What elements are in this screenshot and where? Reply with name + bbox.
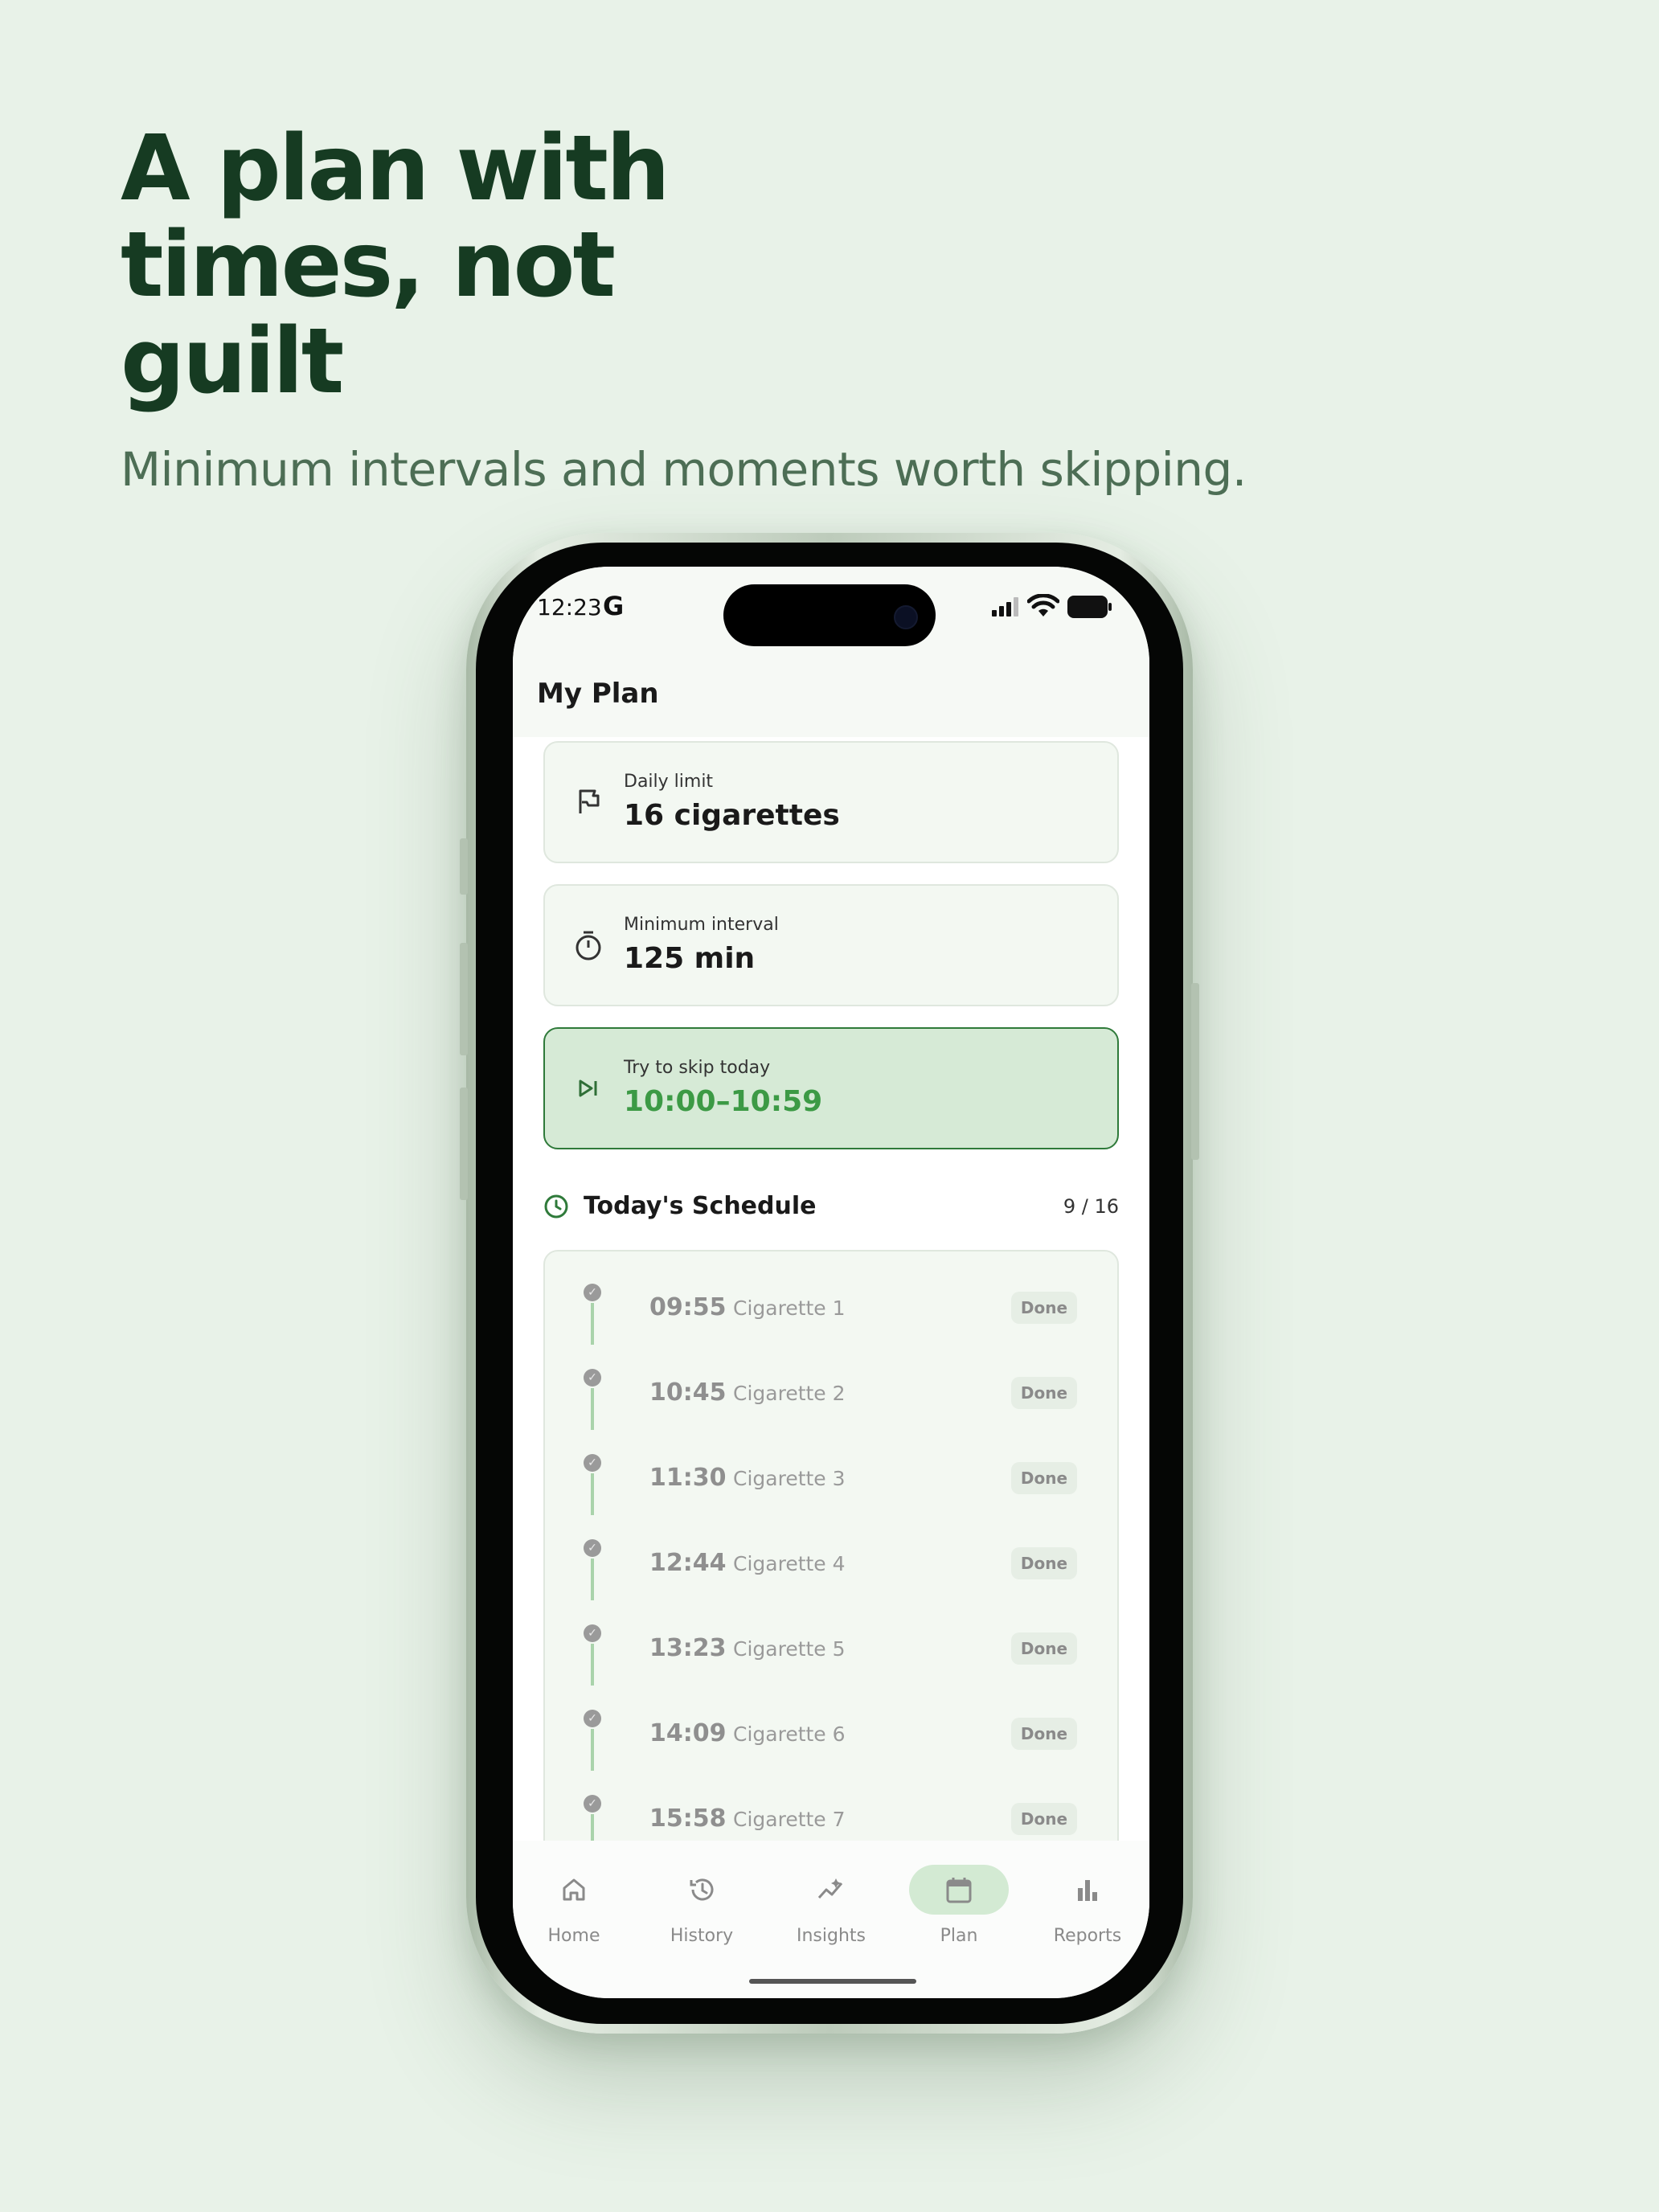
nav-item-insights[interactable]: Insights bbox=[775, 1865, 887, 1953]
nav-label-plan: Plan bbox=[940, 1926, 978, 1946]
volume-up-button bbox=[460, 943, 468, 1055]
bottom-nav: Home History Insights Plan Reports bbox=[513, 1841, 1149, 1998]
status-badge: Done bbox=[1011, 1292, 1077, 1324]
list-item[interactable]: ✓ 10:45 Cigarette 2 Done bbox=[545, 1337, 1120, 1430]
google-icon: G bbox=[603, 591, 625, 621]
check-icon: ✓ bbox=[584, 1624, 601, 1642]
check-icon: ✓ bbox=[584, 1454, 601, 1472]
minimum-interval-value: 125 min bbox=[624, 942, 756, 975]
status-badge: Done bbox=[1011, 1547, 1077, 1579]
item-label: Cigarette 1 bbox=[733, 1296, 846, 1320]
item-time: 14:09 bbox=[649, 1719, 727, 1747]
nav-item-plan[interactable]: Plan bbox=[903, 1865, 1015, 1953]
list-item[interactable]: ✓ 15:58 Cigarette 7 Done bbox=[545, 1763, 1120, 1856]
hero-subhead: Minimum intervals and moments worth skip… bbox=[121, 442, 1247, 497]
page-title: My Plan bbox=[537, 678, 659, 710]
wifi-icon bbox=[1027, 594, 1059, 616]
battery-icon bbox=[1067, 596, 1112, 618]
nav-label-reports: Reports bbox=[1053, 1926, 1122, 1946]
list-item[interactable]: ✓ 11:30 Cigarette 3 Done bbox=[545, 1422, 1120, 1515]
list-item[interactable]: ✓ 14:09 Cigarette 6 Done bbox=[545, 1677, 1120, 1771]
status-badge: Done bbox=[1011, 1462, 1077, 1494]
hero-headline: A plan with times, not guilt bbox=[121, 117, 670, 414]
check-icon: ✓ bbox=[584, 1284, 601, 1301]
nav-label-insights: Insights bbox=[796, 1926, 866, 1946]
volume-down-button bbox=[460, 1088, 468, 1200]
home-icon bbox=[563, 1878, 585, 1901]
nav-label-history: History bbox=[670, 1926, 734, 1946]
insights-icon bbox=[817, 1878, 843, 1899]
item-label: Cigarette 7 bbox=[733, 1808, 846, 1831]
item-time: 12:44 bbox=[649, 1549, 727, 1577]
status-badge: Done bbox=[1011, 1803, 1077, 1835]
nav-item-home[interactable]: Home bbox=[518, 1865, 630, 1953]
nav-item-reports[interactable]: Reports bbox=[1031, 1865, 1144, 1953]
item-label: Cigarette 3 bbox=[733, 1467, 846, 1490]
item-time: 15:58 bbox=[649, 1804, 727, 1833]
status-badge: Done bbox=[1011, 1632, 1077, 1665]
daily-limit-label: Daily limit bbox=[624, 772, 714, 792]
list-item[interactable]: ✓ 09:55 Cigarette 1 Done bbox=[545, 1251, 1120, 1345]
list-item[interactable]: ✓ 12:44 Cigarette 4 Done bbox=[545, 1507, 1120, 1600]
home-indicator[interactable] bbox=[749, 1979, 916, 1984]
phone-screen: 12:23 G My Plan Daily limit 16 cigarette… bbox=[513, 567, 1149, 1998]
item-label: Cigarette 4 bbox=[733, 1552, 846, 1575]
item-label: Cigarette 6 bbox=[733, 1722, 846, 1746]
check-icon: ✓ bbox=[584, 1710, 601, 1727]
item-label: Cigarette 5 bbox=[733, 1637, 846, 1661]
check-icon: ✓ bbox=[584, 1539, 601, 1557]
bar-chart-icon bbox=[1078, 1880, 1097, 1901]
timer-icon bbox=[576, 931, 601, 961]
schedule-count: 9 / 16 bbox=[1063, 1195, 1119, 1218]
nav-label-home: Home bbox=[547, 1926, 600, 1946]
list-item[interactable]: ✓ 13:23 Cigarette 5 Done bbox=[545, 1592, 1120, 1686]
item-label: Cigarette 2 bbox=[733, 1382, 846, 1405]
check-icon: ✓ bbox=[584, 1369, 601, 1387]
item-time: 11:30 bbox=[649, 1464, 727, 1492]
action-button bbox=[460, 838, 468, 895]
nav-item-history[interactable]: History bbox=[645, 1865, 758, 1953]
status-time: 12:23 bbox=[537, 594, 602, 621]
side-button bbox=[1191, 983, 1199, 1160]
minimum-interval-label: Minimum interval bbox=[624, 915, 779, 935]
camera-lens bbox=[894, 605, 918, 629]
check-icon: ✓ bbox=[584, 1795, 601, 1813]
status-badge: Done bbox=[1011, 1377, 1077, 1409]
item-time: 13:23 bbox=[649, 1634, 727, 1662]
daily-limit-card[interactable]: Daily limit 16 cigarettes bbox=[543, 741, 1119, 863]
skip-window-label: Try to skip today bbox=[624, 1058, 771, 1078]
skip-next-icon bbox=[579, 1079, 597, 1097]
schedule-title: Today's Schedule bbox=[584, 1192, 817, 1220]
signal-icon bbox=[992, 597, 1018, 616]
minimum-interval-card[interactable]: Minimum interval 125 min bbox=[543, 884, 1119, 1006]
item-time: 09:55 bbox=[649, 1293, 727, 1321]
item-time: 10:45 bbox=[649, 1378, 727, 1407]
calendar-icon bbox=[946, 1878, 972, 1903]
skip-window-value: 10:00–10:59 bbox=[624, 1085, 823, 1118]
skip-window-card[interactable]: Try to skip today 10:00–10:59 bbox=[543, 1027, 1119, 1149]
history-icon bbox=[690, 1878, 714, 1901]
daily-limit-value: 16 cigarettes bbox=[624, 799, 840, 832]
flag-icon bbox=[579, 789, 600, 813]
status-badge: Done bbox=[1011, 1718, 1077, 1750]
clock-icon bbox=[544, 1194, 568, 1219]
